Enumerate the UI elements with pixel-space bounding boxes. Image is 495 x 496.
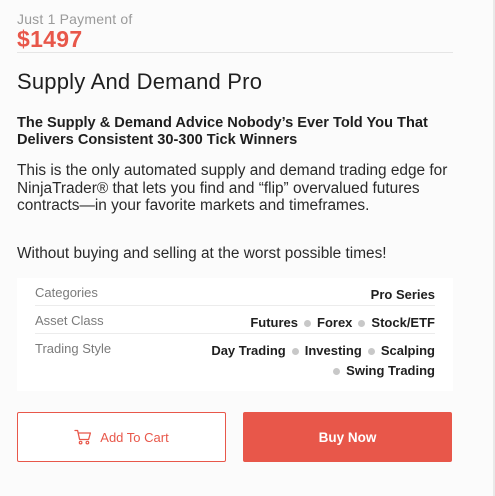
trading-style-tag: Investing: [304, 343, 362, 358]
detail-row-categories: Categories Pro Series: [35, 284, 435, 306]
detail-row-trading-style: Trading Style Day Trading Investing Scalpi…: [35, 340, 435, 384]
price-amount: $1497: [17, 26, 83, 52]
separator-dot: [304, 319, 312, 327]
price-label: Just 1 Payment of: [17, 11, 133, 27]
buy-now-button[interactable]: Buy Now: [243, 412, 452, 462]
category-tag: Pro Series: [370, 287, 435, 302]
product-headline: The Supply & Demand Advice Nobody’s Ever…: [17, 115, 428, 148]
trading-style-tag: Swing Trading: [346, 363, 435, 378]
add-to-cart-button[interactable]: Add To Cart: [17, 412, 226, 462]
cart-icon: [74, 429, 92, 445]
product-description: This is the only automated supply and de…: [17, 162, 448, 214]
asset-class-tag: Stock/ETF: [371, 315, 435, 330]
detail-row-asset-class: Asset Class Futures Forex Stock/ETF: [35, 312, 435, 334]
trading-style-tag: Scalping: [380, 343, 435, 358]
detail-values-trading-style: Day Trading Investing Scalping Swing Tradin…: [175, 341, 435, 381]
separator-dot: [358, 319, 366, 327]
product-details-table: Categories Pro Series Asset Class Future…: [17, 278, 453, 391]
asset-class-tag: Forex: [317, 315, 353, 330]
separator-dot: [367, 347, 375, 355]
detail-label-trading-style: Trading Style: [35, 341, 112, 356]
asset-class-tag: Futures: [250, 315, 299, 330]
product-tagline: Without buying and selling at the worst …: [17, 245, 387, 262]
product-title: Supply And Demand Pro: [17, 69, 263, 94]
detail-values-asset-class: Futures Forex Stock/ETF: [175, 313, 435, 333]
price-divider: [17, 52, 453, 53]
detail-label-categories: Categories: [35, 285, 98, 300]
trading-style-tag: Day Trading: [211, 343, 286, 358]
separator-dot: [333, 367, 341, 375]
detail-label-asset-class: Asset Class: [35, 313, 104, 328]
add-to-cart-label: Add To Cart: [100, 429, 169, 445]
separator-dot: [291, 347, 299, 355]
buy-now-label: Buy Now: [318, 429, 377, 445]
detail-values-categories: Pro Series: [175, 285, 435, 305]
